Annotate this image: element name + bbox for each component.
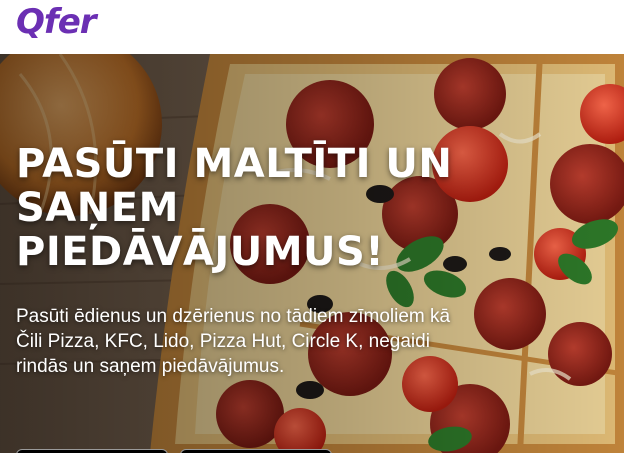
hero-description: Pasūti ēdienus un dzērienus no tādiem zī… (16, 306, 451, 377)
hero-banner: PASŪTI MALTĪTI UN SAŅEM PIEDĀVĀJUMUS! Pa… (0, 54, 624, 453)
app-store-button[interactable] (16, 449, 168, 453)
site-header: Qfer (0, 0, 624, 54)
hero-headline: PASŪTI MALTĪTI UN SAŅEM PIEDĀVĀJUMUS! (16, 141, 453, 275)
qfer-logo[interactable]: Qfer (16, 2, 97, 42)
google-play-button[interactable] (180, 449, 332, 453)
